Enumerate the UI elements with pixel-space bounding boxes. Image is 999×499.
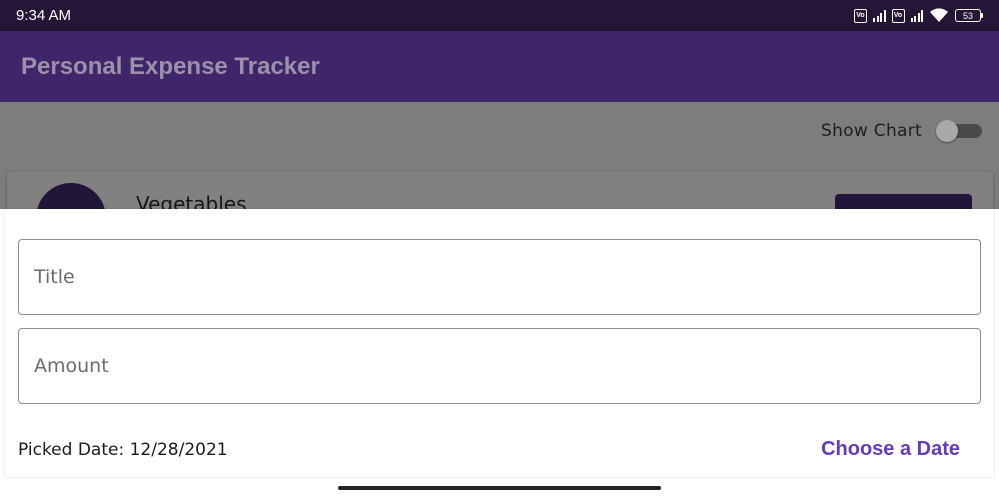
- battery-level: 53: [955, 9, 981, 22]
- status-time: 9:34 AM: [16, 7, 72, 24]
- choose-date-button[interactable]: Choose a Date: [821, 438, 960, 461]
- switch-thumb: [936, 120, 958, 142]
- wifi-icon: [929, 8, 949, 23]
- amount-field[interactable]: [18, 328, 981, 404]
- volte-icon: Vo: [854, 8, 867, 23]
- new-transaction-sheet: Picked Date: 12/28/2021 Choose a Date: [0, 209, 999, 499]
- battery-icon: 53: [955, 9, 983, 22]
- app-title: Personal Expense Tracker: [21, 53, 320, 80]
- signal-icon: [873, 9, 886, 22]
- home-indicator[interactable]: [338, 486, 661, 490]
- status-icons: Vo Vo 53: [854, 8, 983, 23]
- title-field[interactable]: [18, 239, 981, 315]
- show-chart-switch[interactable]: [936, 120, 982, 142]
- title-input[interactable]: [19, 240, 980, 314]
- status-bar: 9:34 AM Vo Vo 53: [0, 0, 999, 31]
- amount-input[interactable]: [19, 329, 980, 403]
- show-chart-label: Show Chart: [821, 121, 922, 141]
- dimmed-content: Show Chart Vegetables: [0, 102, 999, 253]
- signal-icon-2: [910, 9, 923, 22]
- show-chart-row: Show Chart: [821, 120, 982, 142]
- volte-icon-2: Vo: [891, 8, 905, 23]
- app-bar: Personal Expense Tracker: [0, 31, 999, 102]
- picked-date-text: Picked Date: 12/28/2021: [18, 440, 228, 460]
